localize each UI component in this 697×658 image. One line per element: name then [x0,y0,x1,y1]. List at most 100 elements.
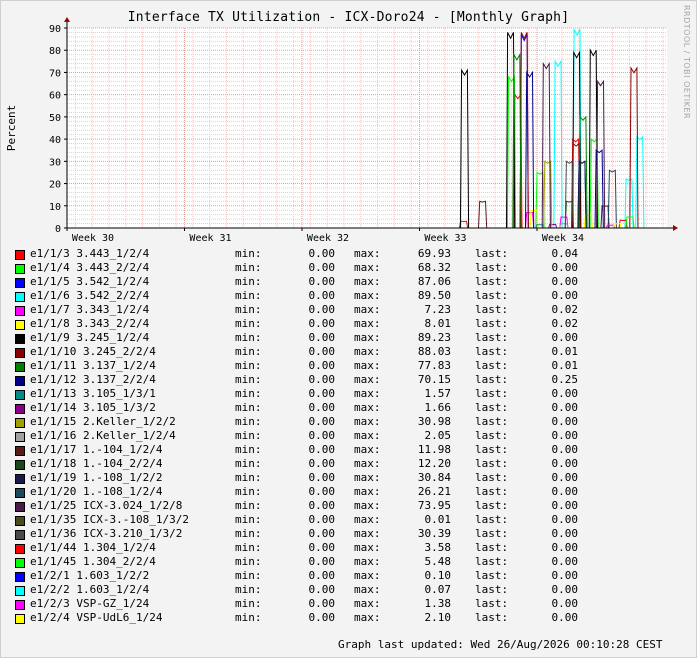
legend-swatch [15,390,25,400]
legend-last-label: last: [475,485,509,498]
legend-swatch [15,558,25,568]
legend-series-name: e1/1/7 3.343_1/2/4 [30,303,150,316]
legend-series-name: e1/1/9 3.245_1/2/4 [30,331,150,344]
legend-min-value: 0.00 [308,415,336,428]
legend-series-name: e1/1/14 3.105_1/3/2 [30,401,156,414]
legend-last-label: last: [475,387,509,400]
legend-max-value: 30.39 [417,527,451,540]
legend-last-label: last: [475,331,509,344]
legend-max-label: max: [354,429,381,442]
legend-last-value: 0.25 [551,373,579,386]
legend-min-label: min: [235,429,262,442]
legend-min-label: min: [235,499,262,512]
legend-last-label: last: [475,429,509,442]
legend-min-label: min: [235,345,262,358]
legend-min-value: 0.00 [308,303,336,316]
x-tick-label: Week 34 [542,233,584,244]
legend-swatch [15,502,25,512]
legend-max-label: max: [354,485,381,498]
legend-last-label: last: [475,373,509,386]
legend-max-value: 26.21 [417,485,451,498]
legend-last-value: 0.00 [551,387,579,400]
legend-swatch [15,404,25,414]
legend-max-value: 0.07 [424,583,452,596]
legend-series-name: e1/1/35 ICX-3.-108_1/3/2 [30,513,189,526]
legend-series-name: e1/1/4 3.443_2/2/4 [30,261,150,274]
x-tick-label: Week 33 [424,233,466,244]
legend-max-label: max: [354,513,381,526]
legend-last-label: last: [475,513,509,526]
legend-series-name: e1/1/5 3.542_1/2/4 [30,275,150,288]
legend-last-value: 0.00 [551,471,579,484]
legend-min-label: min: [235,443,262,456]
legend-max-value: 11.98 [417,443,451,456]
legend-min-value: 0.00 [308,583,336,596]
legend-min-value: 0.00 [308,289,336,302]
legend-max-label: max: [354,499,381,512]
legend-min-label: min: [235,289,262,302]
legend-last-value: 0.01 [551,359,579,372]
legend-last-label: last: [475,541,509,554]
legend-min-value: 0.00 [308,597,336,610]
legend-max-value: 87.06 [417,275,451,288]
legend-series-name: e1/1/16 2.Keller_1/2/4 [30,429,176,442]
legend-max-label: max: [354,303,381,316]
legend-max-label: max: [354,583,381,596]
legend-min-label: min: [235,401,262,414]
legend-swatch [15,572,25,582]
legend-max-label: max: [354,373,381,386]
legend-min-value: 0.00 [308,457,336,470]
legend-last-label: last: [475,597,509,610]
y-axis-arrow [64,17,70,22]
legend-last-label: last: [475,401,509,414]
legend-last-value: 0.01 [551,345,579,358]
legend-series-name: e1/1/45 1.304_2/2/4 [30,555,156,568]
legend-max-label: max: [354,261,381,274]
legend-last-label: last: [475,317,509,330]
legend-series-name: e1/1/44 1.304_1/2/4 [30,541,156,554]
legend-min-label: min: [235,611,262,624]
legend-max-label: max: [354,457,381,470]
legend-min-label: min: [235,359,262,372]
legend-last-label: last: [475,555,509,568]
legend-min-label: min: [235,415,262,428]
legend-series-name: e1/1/17 1.-104_1/2/4 [30,443,163,456]
legend-swatch [15,278,25,288]
y-tick-label: 80 [49,46,61,57]
legend-max-label: max: [354,401,381,414]
legend-max-label: max: [354,345,381,358]
legend-swatch [15,488,25,498]
legend-last-value: 0.00 [551,415,579,428]
y-tick-label: 90 [49,24,61,35]
legend-last-value: 0.00 [551,289,579,302]
legend-min-label: min: [235,555,262,568]
y-tick-label: 20 [49,180,61,191]
x-tick-label: Week 31 [189,233,231,244]
legend-max-label: max: [354,415,381,428]
legend-min-value: 0.00 [308,317,336,330]
legend-swatch [15,614,25,624]
legend-swatch [15,292,25,302]
last-updated-text: Graph last updated: Wed 26/Aug/2026 00:1… [338,638,663,651]
legend-max-value: 0.01 [424,513,452,526]
legend-swatch [15,432,25,442]
legend-last-label: last: [475,303,509,316]
legend-min-label: min: [235,569,262,582]
legend-swatch [15,264,25,274]
legend-max-value: 12.20 [417,457,451,470]
legend-series-name: e1/1/12 3.137_2/2/4 [30,373,156,386]
legend-last-label: last: [475,359,509,372]
legend-max-value: 1.38 [424,597,452,610]
legend-swatch [15,600,25,610]
legend-min-label: min: [235,261,262,274]
legend-max-value: 70.15 [417,373,451,386]
legend-max-label: max: [354,275,381,288]
x-tick-label: Week 30 [72,233,114,244]
legend-max-label: max: [354,611,381,624]
legend-min-label: min: [235,597,262,610]
legend-swatch [15,250,25,260]
legend-swatch [15,418,25,428]
legend-swatch [15,446,25,456]
legend-min-label: min: [235,275,262,288]
y-tick-label: 40 [49,135,61,146]
